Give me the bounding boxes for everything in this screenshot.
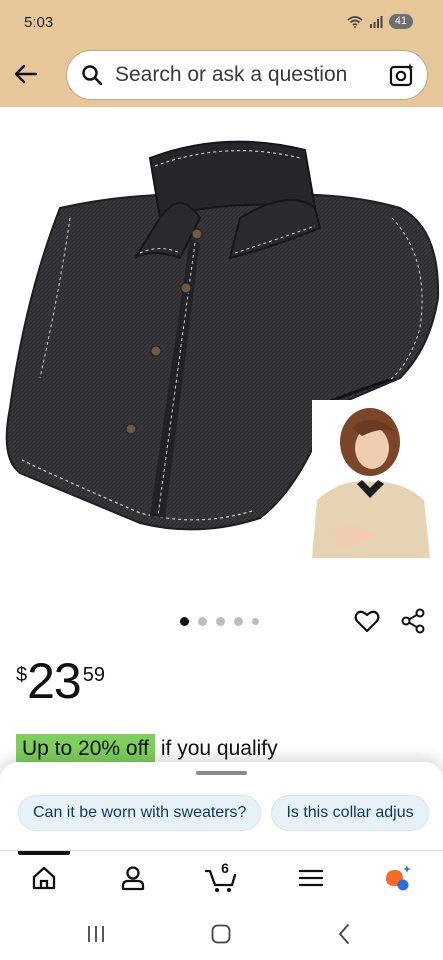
- nav-active-indicator: [18, 851, 70, 855]
- signal-icon: [369, 15, 383, 28]
- image-carousel-dots[interactable]: [180, 617, 259, 626]
- back-arrow-icon[interactable]: [12, 60, 40, 88]
- heart-icon[interactable]: [354, 608, 380, 634]
- home-icon[interactable]: [29, 863, 59, 893]
- carousel-dot[interactable]: [198, 617, 207, 626]
- deal-badge: Up to 20% off: [16, 734, 155, 764]
- status-icons: 41: [347, 14, 413, 29]
- battery-indicator: 41: [388, 14, 413, 29]
- product-price: $ 23 59: [16, 654, 105, 708]
- cart-count-badge: 6: [221, 860, 229, 876]
- recent-apps-icon[interactable]: [84, 922, 108, 946]
- camera-lens-icon[interactable]: [389, 62, 415, 88]
- model-inset-photo: [312, 400, 430, 558]
- home-button-icon[interactable]: [209, 922, 233, 946]
- search-input[interactable]: Search or ask a question: [66, 50, 428, 100]
- price-whole: 23: [27, 653, 82, 709]
- carousel-dot[interactable]: [234, 617, 243, 626]
- wifi-icon: [347, 15, 363, 28]
- menu-icon[interactable]: [296, 863, 326, 893]
- price-fraction: 59: [82, 664, 105, 686]
- app-header: 5:03 41 Search or ask a question: [0, 0, 443, 107]
- status-time: 5:03: [24, 14, 54, 31]
- share-icon[interactable]: [400, 608, 426, 634]
- suggestion-chip[interactable]: Is this collar adjus: [271, 795, 429, 831]
- carousel-dot[interactable]: [252, 618, 259, 625]
- suggestion-chip[interactable]: Can it be worn with sweaters?: [18, 795, 262, 831]
- search-icon: [82, 65, 103, 86]
- deal-text: if you qualify: [160, 737, 278, 760]
- back-button-icon[interactable]: [333, 922, 357, 946]
- deal-row: Up to 20% off if you qualify: [16, 734, 278, 764]
- search-placeholder: Search or ask a question: [115, 63, 348, 86]
- account-icon[interactable]: [118, 863, 148, 893]
- rufus-assistant-icon[interactable]: [383, 863, 413, 893]
- carousel-dot[interactable]: [216, 617, 225, 626]
- sheet-drag-handle[interactable]: [196, 771, 247, 775]
- suggestion-chips: Can it be worn with sweaters? Is this co…: [18, 795, 429, 831]
- carousel-dot[interactable]: [180, 617, 189, 626]
- price-currency: $: [16, 664, 28, 686]
- system-nav-bar: [0, 906, 443, 960]
- rufus-suggestion-sheet: Can it be worn with sweaters? Is this co…: [0, 762, 443, 852]
- bottom-nav: [0, 850, 443, 906]
